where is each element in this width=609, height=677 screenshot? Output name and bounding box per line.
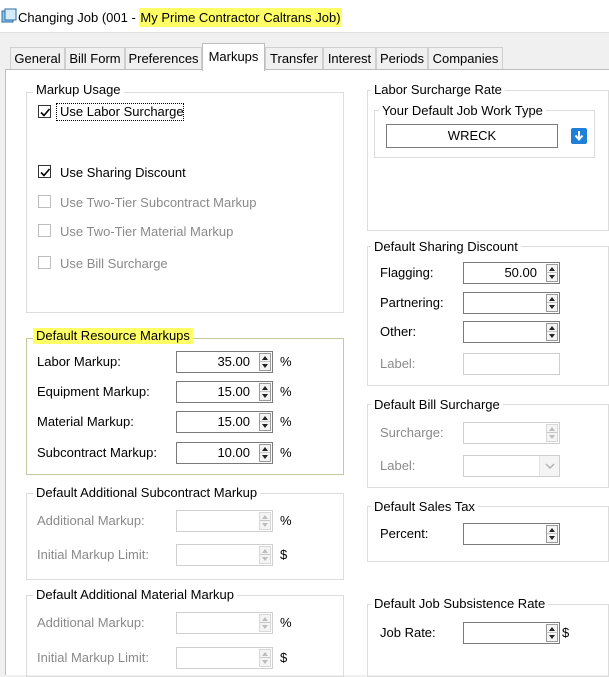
job-rate-input[interactable] — [463, 622, 560, 644]
two-tier-material-checkbox[interactable] — [38, 224, 51, 237]
tab-preferences[interactable]: Preferences — [125, 47, 202, 70]
two-tier-material-label[interactable]: Use Two-Tier Material Markup — [60, 224, 233, 240]
labor-markup-spinner[interactable] — [259, 353, 271, 371]
labor-markup-unit: % — [280, 354, 292, 369]
tab-strip: General Bill Form Preferences Markups Tr… — [0, 40, 609, 71]
subcontract-markup-spinner[interactable] — [259, 444, 271, 462]
add-mat-limit-spinner[interactable] — [259, 649, 271, 667]
add-mat-markup-label: Additional Markup: — [37, 615, 145, 630]
bill-surcharge-label-label: Label: — [380, 458, 416, 473]
equipment-markup-unit: % — [280, 384, 292, 399]
labor-markup-label: Labor Markup: — [37, 354, 121, 369]
resource-markups-title: Default Resource Markups — [33, 328, 193, 344]
two-tier-subcontract-checkbox[interactable] — [38, 195, 51, 208]
sharing-discount-title: Default Sharing Discount — [371, 239, 521, 255]
add-mat-markup-input[interactable] — [176, 612, 273, 634]
add-mat-limit-input[interactable] — [176, 647, 273, 669]
labor-surcharge-label[interactable]: Use Labor Surcharge — [60, 104, 184, 120]
equipment-markup-label: Equipment Markup: — [37, 384, 150, 399]
sharing-discount-checkbox[interactable] — [38, 165, 51, 178]
subsistence-title: Default Job Subsistence Rate — [371, 596, 549, 612]
add-mat-limit-unit: $ — [280, 650, 288, 665]
material-markup-label: Material Markup: — [37, 414, 134, 429]
other-spinner[interactable] — [546, 323, 558, 341]
job-rate-unit: $ — [562, 625, 570, 640]
work-type-field[interactable]: WRECK — [386, 124, 558, 148]
material-markup-input[interactable]: 15.00 — [176, 411, 273, 433]
sharing-label-input[interactable] — [463, 353, 560, 375]
markup-usage-title: Markup Usage — [33, 82, 124, 98]
bill-surcharge-label-select[interactable] — [463, 455, 560, 477]
surcharge-input[interactable] — [463, 422, 560, 444]
sharing-discount-label[interactable]: Use Sharing Discount — [60, 165, 186, 181]
material-markup-unit: % — [280, 414, 292, 429]
additional-subcontract-group — [26, 493, 344, 580]
percent-label: Percent: — [380, 526, 429, 541]
labor-markup-input[interactable]: 35.00 — [176, 351, 273, 373]
partnering-input[interactable] — [463, 292, 560, 314]
percent-spinner[interactable] — [546, 525, 558, 543]
labor-surcharge-checkbox[interactable] — [38, 105, 51, 118]
add-sub-markup-spinner[interactable] — [259, 512, 271, 530]
tab-periods[interactable]: Periods — [376, 47, 428, 70]
subcontract-markup-input[interactable]: 10.00 — [176, 442, 273, 464]
sharing-label-label: Label: — [380, 356, 416, 371]
job-rate-label: Job Rate: — [380, 625, 436, 640]
other-input[interactable] — [463, 321, 560, 343]
arrow-down-icon — [574, 131, 584, 142]
add-mat-markup-spinner[interactable] — [259, 614, 271, 632]
tab-markups[interactable]: Markups — [202, 43, 265, 71]
subcontract-markup-label: Subcontract Markup: — [37, 445, 157, 460]
equipment-markup-spinner[interactable] — [259, 383, 271, 401]
bill-surcharge-title: Default Bill Surcharge — [371, 397, 503, 413]
add-mat-markup-unit: % — [280, 615, 292, 630]
subcontract-markup-unit: % — [280, 445, 292, 460]
tab-bill-form[interactable]: Bill Form — [65, 47, 125, 70]
add-sub-limit-label: Initial Markup Limit: — [37, 547, 149, 562]
two-tier-subcontract-label[interactable]: Use Two-Tier Subcontract Markup — [60, 195, 257, 211]
tab-general[interactable]: General — [10, 47, 65, 70]
chevron-down-icon — [545, 463, 555, 469]
window-title: Changing Job (001 - My Prime Contractor … — [18, 8, 342, 27]
bill-surcharge-usage-label[interactable]: Use Bill Surcharge — [60, 256, 168, 272]
tab-interest[interactable]: Interest — [323, 47, 376, 70]
material-markup-spinner[interactable] — [259, 413, 271, 431]
dropdown-button[interactable] — [539, 456, 559, 476]
add-sub-limit-input[interactable] — [176, 544, 273, 566]
work-type-title: Your Default Job Work Type — [379, 103, 546, 119]
add-sub-markup-unit: % — [280, 513, 292, 528]
check-icon — [40, 108, 51, 117]
additional-subcontract-title: Default Additional Subcontract Markup — [33, 485, 261, 501]
labor-surcharge-rate-title: Labor Surcharge Rate — [371, 82, 505, 98]
flagging-input[interactable]: 50.00 — [463, 262, 560, 284]
tab-transfer[interactable]: Transfer — [265, 47, 323, 70]
partnering-label: Partnering: — [380, 295, 444, 310]
other-label: Other: — [380, 324, 417, 339]
window-title-job-name: My Prime Contractor Caltrans Job) — [139, 8, 342, 27]
job-icon — [1, 8, 17, 23]
add-sub-limit-unit: $ — [280, 547, 288, 562]
flagging-spinner[interactable] — [546, 264, 558, 282]
equipment-markup-input[interactable]: 15.00 — [176, 381, 273, 403]
add-sub-markup-input[interactable] — [176, 510, 273, 532]
work-type-lookup-button[interactable] — [571, 128, 587, 144]
check-icon — [40, 168, 51, 177]
surcharge-spinner[interactable] — [546, 424, 558, 442]
job-rate-spinner[interactable] — [546, 624, 558, 642]
flagging-label: Flagging: — [380, 265, 434, 280]
add-sub-markup-label: Additional Markup: — [37, 513, 145, 528]
bill-surcharge-checkbox[interactable] — [38, 256, 51, 269]
tab-companies[interactable]: Companies — [428, 47, 503, 70]
add-sub-limit-spinner[interactable] — [259, 546, 271, 564]
surcharge-label: Surcharge: — [380, 425, 444, 440]
partnering-spinner[interactable] — [546, 294, 558, 312]
title-bar: Changing Job (001 - My Prime Contractor … — [0, 0, 609, 33]
percent-input[interactable] — [463, 523, 560, 545]
additional-material-title: Default Additional Material Markup — [33, 587, 237, 603]
sales-tax-title: Default Sales Tax — [371, 499, 478, 515]
add-mat-limit-label: Initial Markup Limit: — [37, 650, 149, 665]
